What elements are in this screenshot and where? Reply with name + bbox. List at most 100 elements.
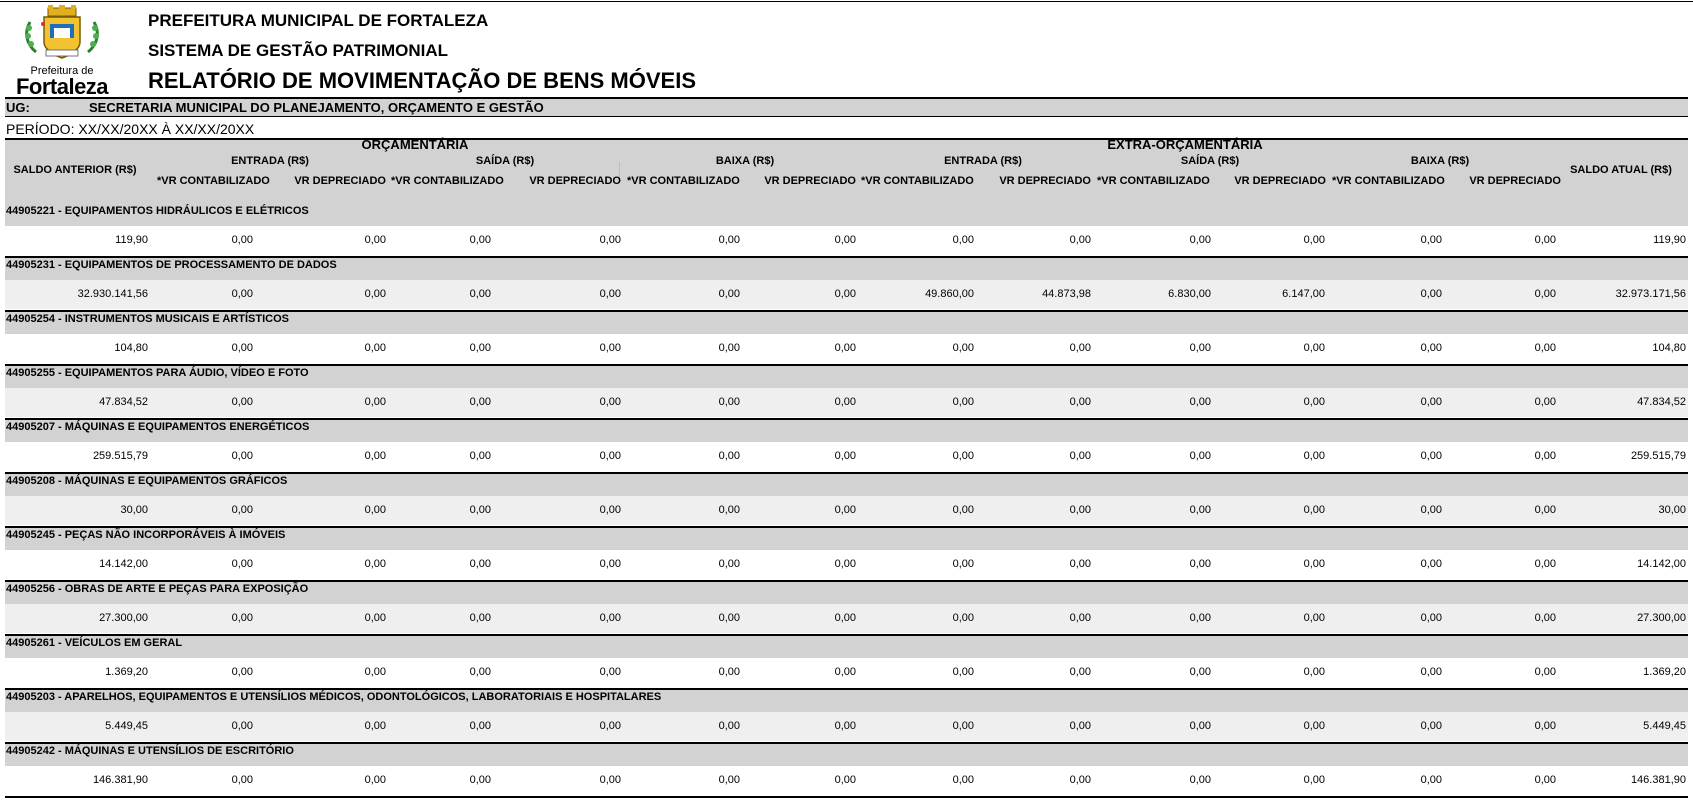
table-cell: 0,00	[231, 396, 253, 408]
account-title: 44905245 - PEÇAS NÃO INCORPORÁVEIS À IMÓ…	[5, 528, 1688, 550]
table-cell: 0,00	[834, 342, 856, 354]
table-row: 47.834,52 0,00 0,00 0,00 0,00 0,00 0,00 0,00 0,0…	[5, 388, 1688, 417]
account-title: 44905261 - VEÍCULOS EM GERAL	[5, 636, 1688, 658]
account-group: 44905255 - EQUIPAMENTOS PARA ÁUDIO, VÍDE…	[5, 366, 1688, 420]
table-cell: 0,00	[952, 504, 974, 516]
table-cell: 0,00	[1420, 504, 1442, 516]
table-cell: 0,00	[952, 558, 974, 570]
table-cell: 146.381,90	[1630, 774, 1686, 786]
table-cell: 27.300,00	[1637, 612, 1686, 624]
col-vr-depreciado: VR DEPRECIADO	[1234, 175, 1326, 187]
table-cell: 0,00	[469, 774, 491, 786]
header-baixa: BAIXA (R$)	[715, 155, 775, 167]
table-cell: 30,00	[1658, 504, 1686, 516]
account-group: 44905203 - APARELHOS, EQUIPAMENTOS E UTE…	[5, 690, 1688, 744]
table-row: 1.369,20 0,00 0,00 0,00 0,00 0,00 0,00 0,00 0,00…	[5, 658, 1688, 687]
table-cell: 0,00	[1534, 774, 1556, 786]
table-cell: 0,00	[834, 666, 856, 678]
table-cell: 5.449,45	[105, 720, 148, 732]
table-cell: 0,00	[1534, 558, 1556, 570]
table-cell: 0,00	[1303, 342, 1325, 354]
table-cell: 0,00	[469, 720, 491, 732]
table-cell: 0,00	[1420, 774, 1442, 786]
table-cell: 0,00	[364, 234, 386, 246]
account-group: 44905221 - EQUIPAMENTOS HIDRÁULICOS E EL…	[5, 204, 1688, 258]
table-cell: 259.515,79	[1630, 450, 1686, 462]
table-cell: 47.834,52	[99, 396, 148, 408]
col-vr-depreciado: VR DEPRECIADO	[1469, 175, 1561, 187]
table-cell: 6.830,00	[1168, 288, 1211, 300]
table-cell: 0,00	[1069, 342, 1091, 354]
table-cell: 0,00	[1534, 612, 1556, 624]
table-cell: 0,00	[1069, 396, 1091, 408]
table-cell: 0,00	[599, 450, 621, 462]
table-cell: 0,00	[231, 234, 253, 246]
header-entrada: ENTRADA (R$)	[231, 155, 309, 167]
account-group: 44905242 - MÁQUINAS E UTENSÍLIOS DE ESCR…	[5, 744, 1688, 798]
table-cell: 30,00	[120, 504, 148, 516]
table-cell: 0,00	[1303, 450, 1325, 462]
col-vr-depreciado: VR DEPRECIADO	[294, 175, 386, 187]
header-extra-orcamentaria: EXTRA-ORÇAMENTÁRIA	[1107, 137, 1263, 152]
period: PERÍODO: XX/XX/20XX À XX/XX/20XX	[6, 121, 254, 137]
table-cell: 0,00	[1534, 288, 1556, 300]
table-cell: 104,80	[1652, 342, 1686, 354]
table-cell: 0,00	[599, 504, 621, 516]
table-cell: 0,00	[469, 612, 491, 624]
table-cell: 0,00	[1534, 342, 1556, 354]
table-cell: 0,00	[364, 612, 386, 624]
col-vr-depreciado: VR DEPRECIADO	[999, 175, 1091, 187]
account-group: 44905208 - MÁQUINAS E EQUIPAMENTOS GRÁFI…	[5, 474, 1688, 528]
table-cell: 0,00	[834, 504, 856, 516]
account-title: 44905254 - INSTRUMENTOS MUSICAIS E ARTÍS…	[5, 312, 1688, 334]
period-value: XX/XX/20XX À XX/XX/20XX	[78, 121, 255, 137]
table-cell: 0,00	[599, 342, 621, 354]
account-title: 44905208 - MÁQUINAS E EQUIPAMENTOS GRÁFI…	[5, 474, 1688, 496]
table-cell: 0,00	[718, 666, 740, 678]
table-cell: 119,90	[1653, 234, 1686, 246]
table-cell: 49.860,00	[925, 288, 974, 300]
table-cell: 0,00	[231, 342, 253, 354]
table-cell: 0,00	[469, 558, 491, 570]
table-cell: 0,00	[599, 558, 621, 570]
table-cell: 1.369,20	[105, 666, 148, 678]
table-cell: 0,00	[469, 450, 491, 462]
table-cell: 0,00	[1303, 234, 1325, 246]
table-cell: 0,00	[1303, 720, 1325, 732]
account-group: 44905245 - PEÇAS NÃO INCORPORÁVEIS À IMÓ…	[5, 528, 1688, 582]
account-title: 44905231 - EQUIPAMENTOS DE PROCESSAMENTO…	[5, 258, 1688, 280]
table-cell: 0,00	[231, 666, 253, 678]
account-title: 44905207 - MÁQUINAS E EQUIPAMENTOS ENERG…	[5, 420, 1688, 442]
table-cell: 0,00	[469, 234, 491, 246]
table-cell: 14.142,00	[99, 558, 148, 570]
table-cell: 0,00	[231, 774, 253, 786]
table-cell: 0,00	[1189, 774, 1211, 786]
ug-value: SECRETARIA MUNICIPAL DO PLANEJAMENTO, OR…	[89, 100, 544, 115]
table-cell: 0,00	[364, 666, 386, 678]
table-row: 27.300,00 0,00 0,00 0,00 0,00 0,00 0,00 0,00 0,0…	[5, 604, 1688, 633]
table-cell: 0,00	[718, 504, 740, 516]
table-cell: 146.381,90	[92, 774, 148, 786]
table-cell: 0,00	[1189, 558, 1211, 570]
col-vr-depreciado: VR DEPRECIADO	[764, 175, 856, 187]
table-cell: 0,00	[1069, 558, 1091, 570]
table-cell: 0,00	[364, 720, 386, 732]
table-cell: 0,00	[718, 612, 740, 624]
account-title: 44905242 - MÁQUINAS E UTENSÍLIOS DE ESCR…	[5, 744, 1688, 766]
table-row: 5.449,45 0,00 0,00 0,00 0,00 0,00 0,00 0,00 0,00…	[5, 712, 1688, 741]
table-cell: 0,00	[469, 504, 491, 516]
table-cell: 0,00	[1189, 612, 1211, 624]
table-row: 32.930.141,56 0,00 0,00 0,00 0,00 0,00 0,00 49.…	[5, 280, 1688, 309]
table-cell: 0,00	[364, 774, 386, 786]
report-title: RELATÓRIO DE MOVIMENTAÇÃO DE BENS MÓVEIS	[148, 68, 696, 93]
table-cell: 0,00	[231, 558, 253, 570]
table-row: 14.142,00 0,00 0,00 0,00 0,00 0,00 0,00 0,00 0,0…	[5, 550, 1688, 579]
table-cell: 0,00	[1303, 666, 1325, 678]
table-cell: 0,00	[834, 234, 856, 246]
table-cell: 0,00	[1420, 558, 1442, 570]
table-cell: 0,00	[469, 342, 491, 354]
table-cell: 0,00	[469, 396, 491, 408]
table-cell: 0,00	[1189, 504, 1211, 516]
header-saldo-atual: SALDO ATUAL (R$)	[1570, 164, 1672, 176]
table-cell: 0,00	[1069, 720, 1091, 732]
